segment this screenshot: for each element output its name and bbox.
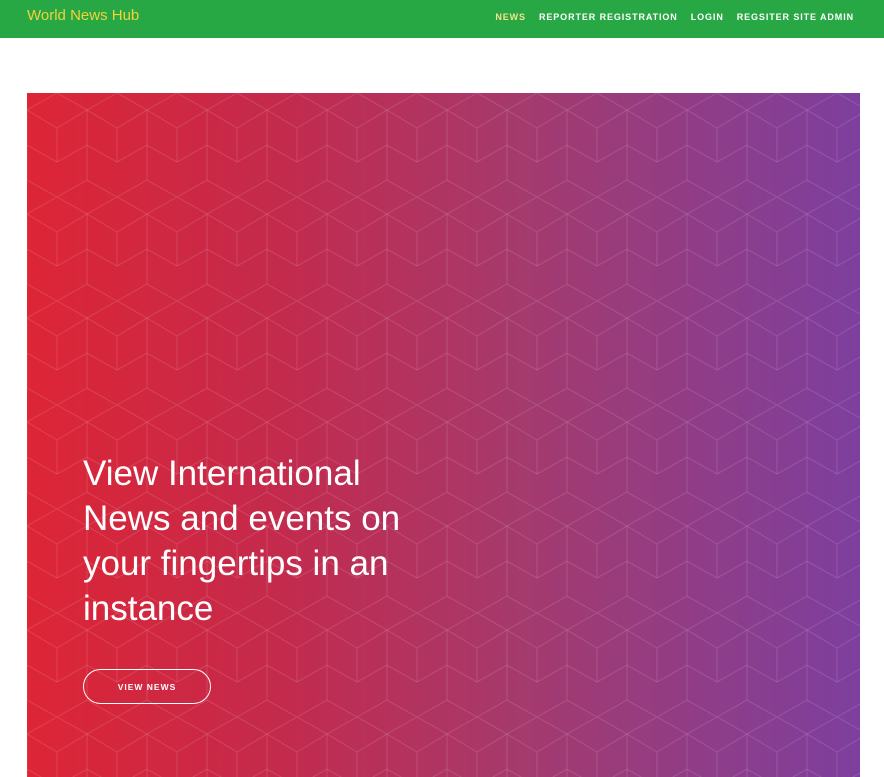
hero-headline: View International News and events on yo… xyxy=(83,454,401,628)
nav-link-news[interactable]: NEWS xyxy=(495,12,526,22)
view-news-button[interactable]: VIEW NEWS xyxy=(83,669,211,704)
brand-link[interactable]: World News Hub xyxy=(27,7,139,25)
nav-link-register-site-admin[interactable]: REGSITER SITE ADMIN xyxy=(737,12,854,22)
hero-banner: View International News and events on yo… xyxy=(27,93,860,777)
top-navbar: World News Hub NEWS REPORTER REGISTRATIO… xyxy=(0,0,884,38)
nav-link-login[interactable]: LOGIN xyxy=(691,12,724,22)
nav-menu: NEWS REPORTER REGISTRATION LOGIN REGSITE… xyxy=(495,12,854,22)
nav-link-reporter-registration[interactable]: REPORTER REGISTRATION xyxy=(539,12,678,22)
